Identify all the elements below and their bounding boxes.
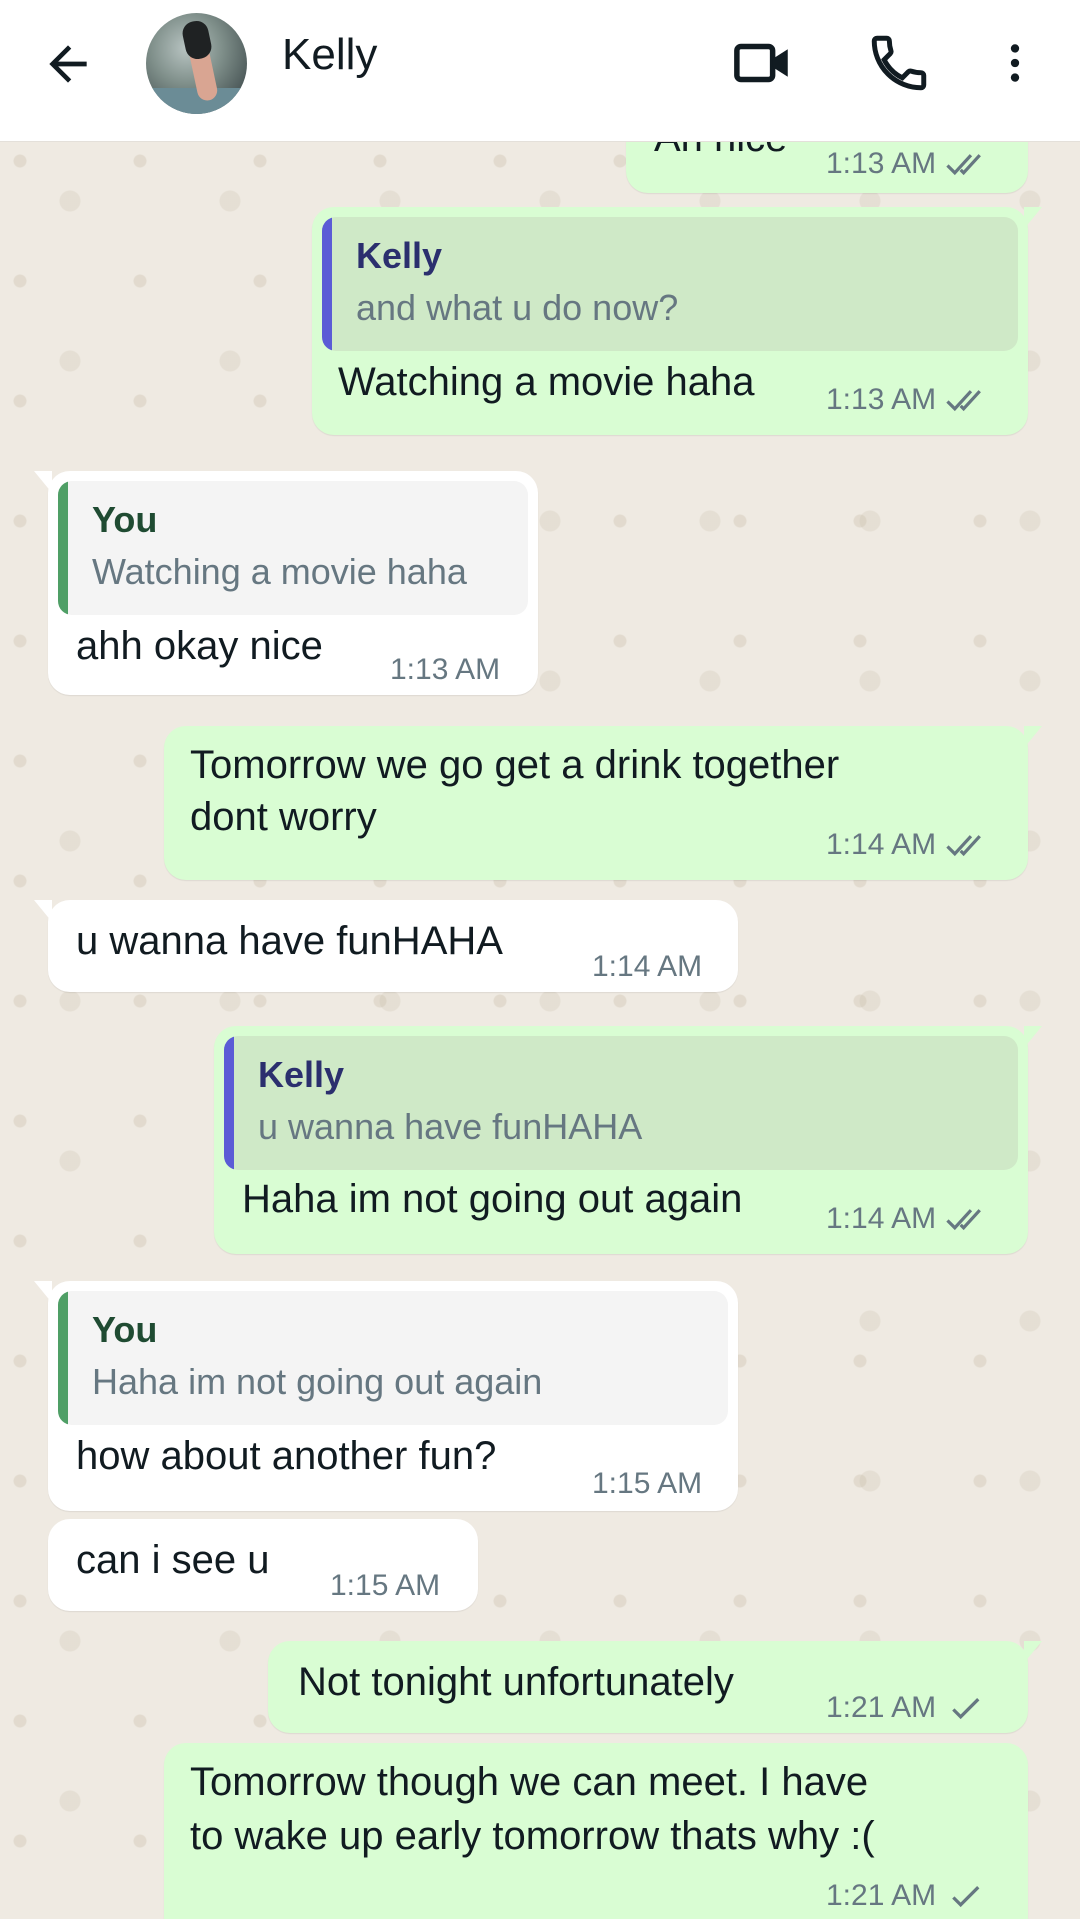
message-meta: 1:15 AM [330,1569,440,1603]
double-check-icon [946,154,982,176]
message-time: 1:21 AM [826,1691,937,1724]
single-check-icon [952,1886,980,1908]
message-text: Ah nice [654,141,787,165]
back-arrow-icon[interactable] [40,36,96,92]
message-time: 1:15 AM [330,1569,441,1602]
message-text: Tomorrow though we can meet. I have [190,1760,869,1804]
message-text: to wake up early tomorrow thats why :( [190,1814,875,1858]
message-time: 1:13 AM [390,653,501,686]
quoted-reply[interactable]: Kelly and what u do now? [322,217,1018,351]
message-time: 1:14 AM [592,950,703,983]
message-time: 1:14 AM [826,828,937,861]
message-text: dont worry [190,795,377,839]
message-meta: 1:21 AM [826,1691,990,1725]
message-text: Not tonight unfortunately [298,1660,734,1704]
quoted-text: and what u do now? [356,287,679,328]
single-check-icon [952,1698,980,1720]
message-text: ahh okay nice [76,624,323,668]
message-text: Watching a movie haha [338,360,755,404]
message-text: can i see u [76,1538,270,1582]
phone-icon[interactable] [866,30,932,96]
message-time: 1:15 AM [592,1467,703,1500]
more-options-icon[interactable] [990,30,1040,96]
outgoing-message[interactable]: Tomorrow we go get a drink together dont… [164,726,1042,880]
outgoing-message[interactable]: Tomorrow though we can meet. I have to w… [164,1743,1028,1919]
message-meta: 1:21 AM [826,1879,990,1913]
message-text: Tomorrow we go get a drink together [190,743,840,787]
incoming-message[interactable]: u wanna have funHAHA 1:14 AM [34,900,738,992]
outgoing-message[interactable]: Kelly u wanna have funHAHA Haha im not g… [214,1026,1042,1254]
message-time: 1:13 AM [826,147,937,180]
quoted-sender: You [92,1309,158,1350]
quoted-reply[interactable]: You Haha im not going out again [58,1291,728,1425]
message-text: u wanna have funHAHA [76,919,503,963]
quoted-sender: You [92,499,158,540]
message-time: 1:21 AM [826,1879,937,1912]
outgoing-message[interactable]: Ah nice 1:13 AM [626,141,1028,193]
message-meta: 1:14 AM [826,828,990,862]
double-check-icon [946,390,982,412]
double-check-icon [946,835,982,857]
message-meta: 1:14 AM [826,1202,990,1236]
message-time: 1:13 AM [826,383,937,416]
message-meta: 1:13 AM [826,147,990,181]
chat-header: Kelly [0,0,1080,142]
quoted-sender: Kelly [356,235,443,276]
outgoing-message[interactable]: Not tonight unfortunately 1:21 AM [268,1641,1042,1733]
outgoing-message[interactable]: Kelly and what u do now? Watching a movi… [312,207,1042,435]
contact-avatar[interactable] [146,13,247,114]
quoted-text: Watching a movie haha [92,551,467,592]
message-meta: 1:13 AM [826,383,990,417]
incoming-message[interactable]: You Watching a movie haha ahh okay nice … [34,471,538,695]
message-meta: 1:14 AM [592,950,702,984]
chat-area[interactable]: Ah nice 1:13 AM Kelly and what u do now?… [0,141,1080,1919]
message-meta: 1:15 AM [592,1467,702,1501]
video-call-icon[interactable] [730,30,796,96]
message-meta: 1:13 AM [390,653,500,687]
quoted-reply[interactable]: You Watching a movie haha [58,481,528,615]
double-check-icon [946,1209,982,1231]
quoted-text: u wanna have funHAHA [258,1106,643,1147]
quoted-text: Haha im not going out again [92,1361,543,1402]
message-time: 1:14 AM [826,1202,937,1235]
quoted-sender: Kelly [258,1054,345,1095]
contact-name[interactable]: Kelly [282,30,377,80]
quoted-reply[interactable]: Kelly u wanna have funHAHA [224,1036,1018,1170]
incoming-message[interactable]: You Haha im not going out again how abou… [34,1281,738,1511]
message-text: Haha im not going out again [242,1177,743,1221]
message-text: how about another fun? [76,1434,497,1478]
incoming-message[interactable]: can i see u 1:15 AM [48,1519,478,1611]
